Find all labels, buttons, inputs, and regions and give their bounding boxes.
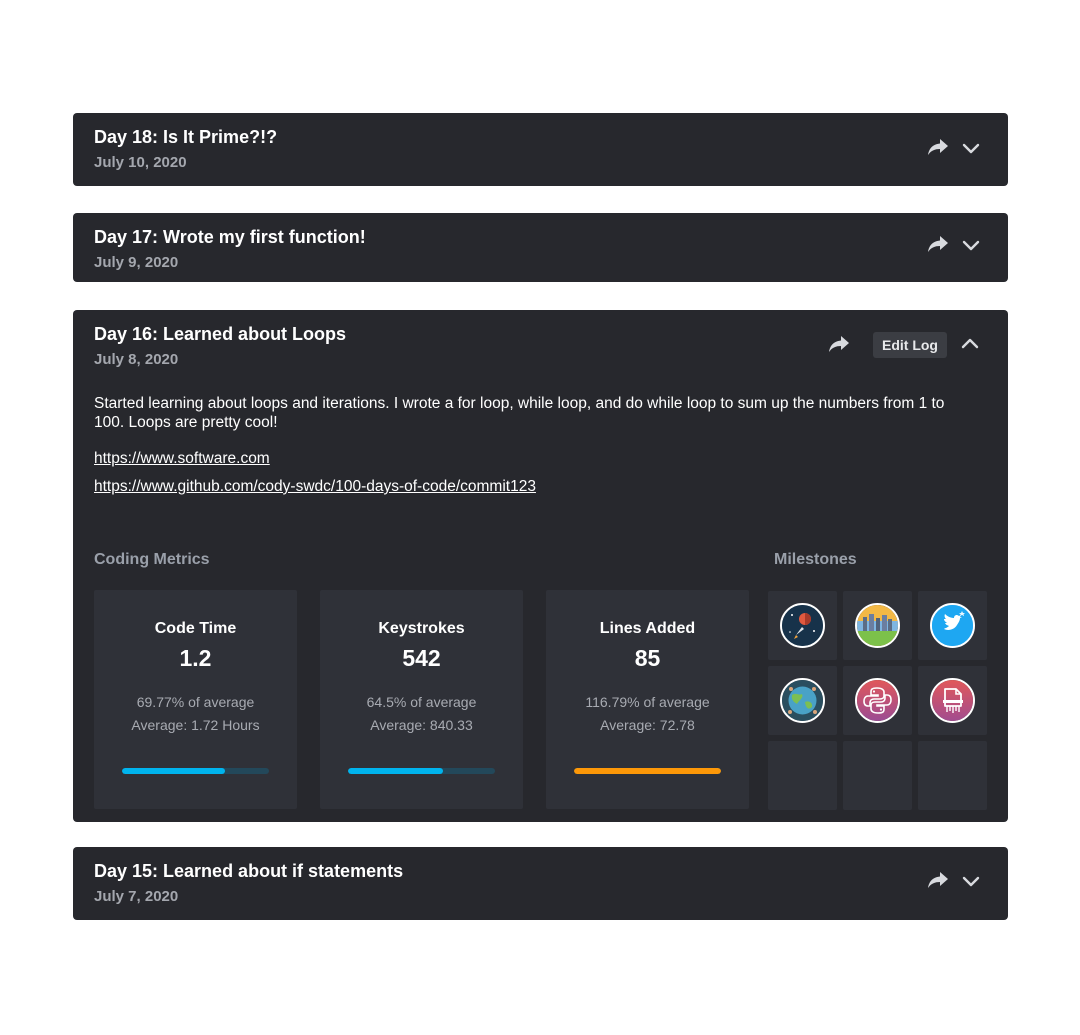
log-card-day-15[interactable]: Day 15: Learned about if statements July… xyxy=(73,847,1008,920)
log-date: July 9, 2020 xyxy=(94,254,179,271)
metric-card-code-time: Code Time 1.2 69.77% of average Average:… xyxy=(94,590,297,809)
metric-label: Lines Added xyxy=(599,620,696,637)
milestone-tile[interactable] xyxy=(843,591,912,660)
chevron-down-icon[interactable] xyxy=(961,142,981,156)
milestone-tile-empty xyxy=(918,741,987,810)
metric-progress-fill xyxy=(122,768,225,774)
globe-icon xyxy=(780,678,825,723)
metric-label: Keystrokes xyxy=(378,620,465,637)
metric-percent: 64.5% of average xyxy=(366,694,477,710)
resource-link[interactable]: https://www.github.com/cody-swdc/100-day… xyxy=(94,478,536,496)
chevron-down-icon[interactable] xyxy=(961,239,981,253)
metric-value: 85 xyxy=(634,645,661,671)
metric-progress-track xyxy=(122,768,269,774)
coding-metrics-heading: Coding Metrics xyxy=(94,551,210,568)
metric-percent: 116.79% of average xyxy=(585,694,710,710)
metric-average: Average: 1.72 Hours xyxy=(131,717,260,733)
log-date: July 8, 2020 xyxy=(94,351,179,368)
metric-card-keystrokes: Keystrokes 542 64.5% of average Average:… xyxy=(320,590,523,809)
space-rocket-icon xyxy=(780,603,825,648)
metric-progress-track xyxy=(574,768,721,774)
chevron-up-icon[interactable] xyxy=(960,336,980,350)
log-card-day-18[interactable]: Day 18: Is It Prime?!? July 10, 2020 xyxy=(73,113,1008,186)
log-description: Started learning about loops and iterati… xyxy=(94,395,945,431)
log-title: Day 16: Learned about Loops xyxy=(94,324,347,344)
metric-progress-track xyxy=(348,768,495,774)
milestones-heading: Milestones xyxy=(774,551,857,568)
metric-card-lines-added: Lines Added 85 116.79% of average Averag… xyxy=(546,590,749,809)
log-date: July 7, 2020 xyxy=(94,888,179,905)
edit-log-button[interactable]: Edit Log xyxy=(873,332,947,358)
share-icon[interactable] xyxy=(927,235,949,253)
share-icon[interactable] xyxy=(828,335,850,353)
metric-progress-fill xyxy=(574,768,721,774)
log-card-day-17[interactable]: Day 17: Wrote my first function! July 9,… xyxy=(73,213,1008,282)
milestone-tile[interactable] xyxy=(768,591,837,660)
milestone-tile[interactable] xyxy=(918,666,987,735)
log-date: July 10, 2020 xyxy=(94,154,187,171)
metric-average: Average: 72.78 xyxy=(600,717,695,733)
city-landscape-icon xyxy=(855,603,900,648)
metric-progress-fill xyxy=(348,768,443,774)
metric-label: Code Time xyxy=(154,620,237,637)
milestone-tile-empty xyxy=(843,741,912,810)
python-logo-icon xyxy=(855,678,900,723)
metric-value: 542 xyxy=(402,645,441,671)
share-icon[interactable] xyxy=(927,138,949,156)
document-file-icon xyxy=(930,678,975,723)
log-title: Day 18: Is It Prime?!? xyxy=(94,127,278,147)
resource-link[interactable]: https://www.software.com xyxy=(94,450,270,468)
metric-average: Average: 840.33 xyxy=(370,717,473,733)
chevron-down-icon[interactable] xyxy=(961,875,981,889)
milestone-tile[interactable] xyxy=(768,666,837,735)
twitter-bird-icon xyxy=(930,603,975,648)
milestone-tile[interactable] xyxy=(843,666,912,735)
log-title: Day 17: Wrote my first function! xyxy=(94,227,366,247)
log-card-day-16: Day 16: Learned about Loops July 8, 2020… xyxy=(73,310,1008,822)
milestone-tile-empty xyxy=(768,741,837,810)
metric-percent: 69.77% of average xyxy=(136,694,255,710)
milestone-tile[interactable] xyxy=(918,591,987,660)
log-title: Day 15: Learned about if statements xyxy=(94,861,404,881)
metric-value: 1.2 xyxy=(179,645,212,671)
share-icon[interactable] xyxy=(927,871,949,889)
